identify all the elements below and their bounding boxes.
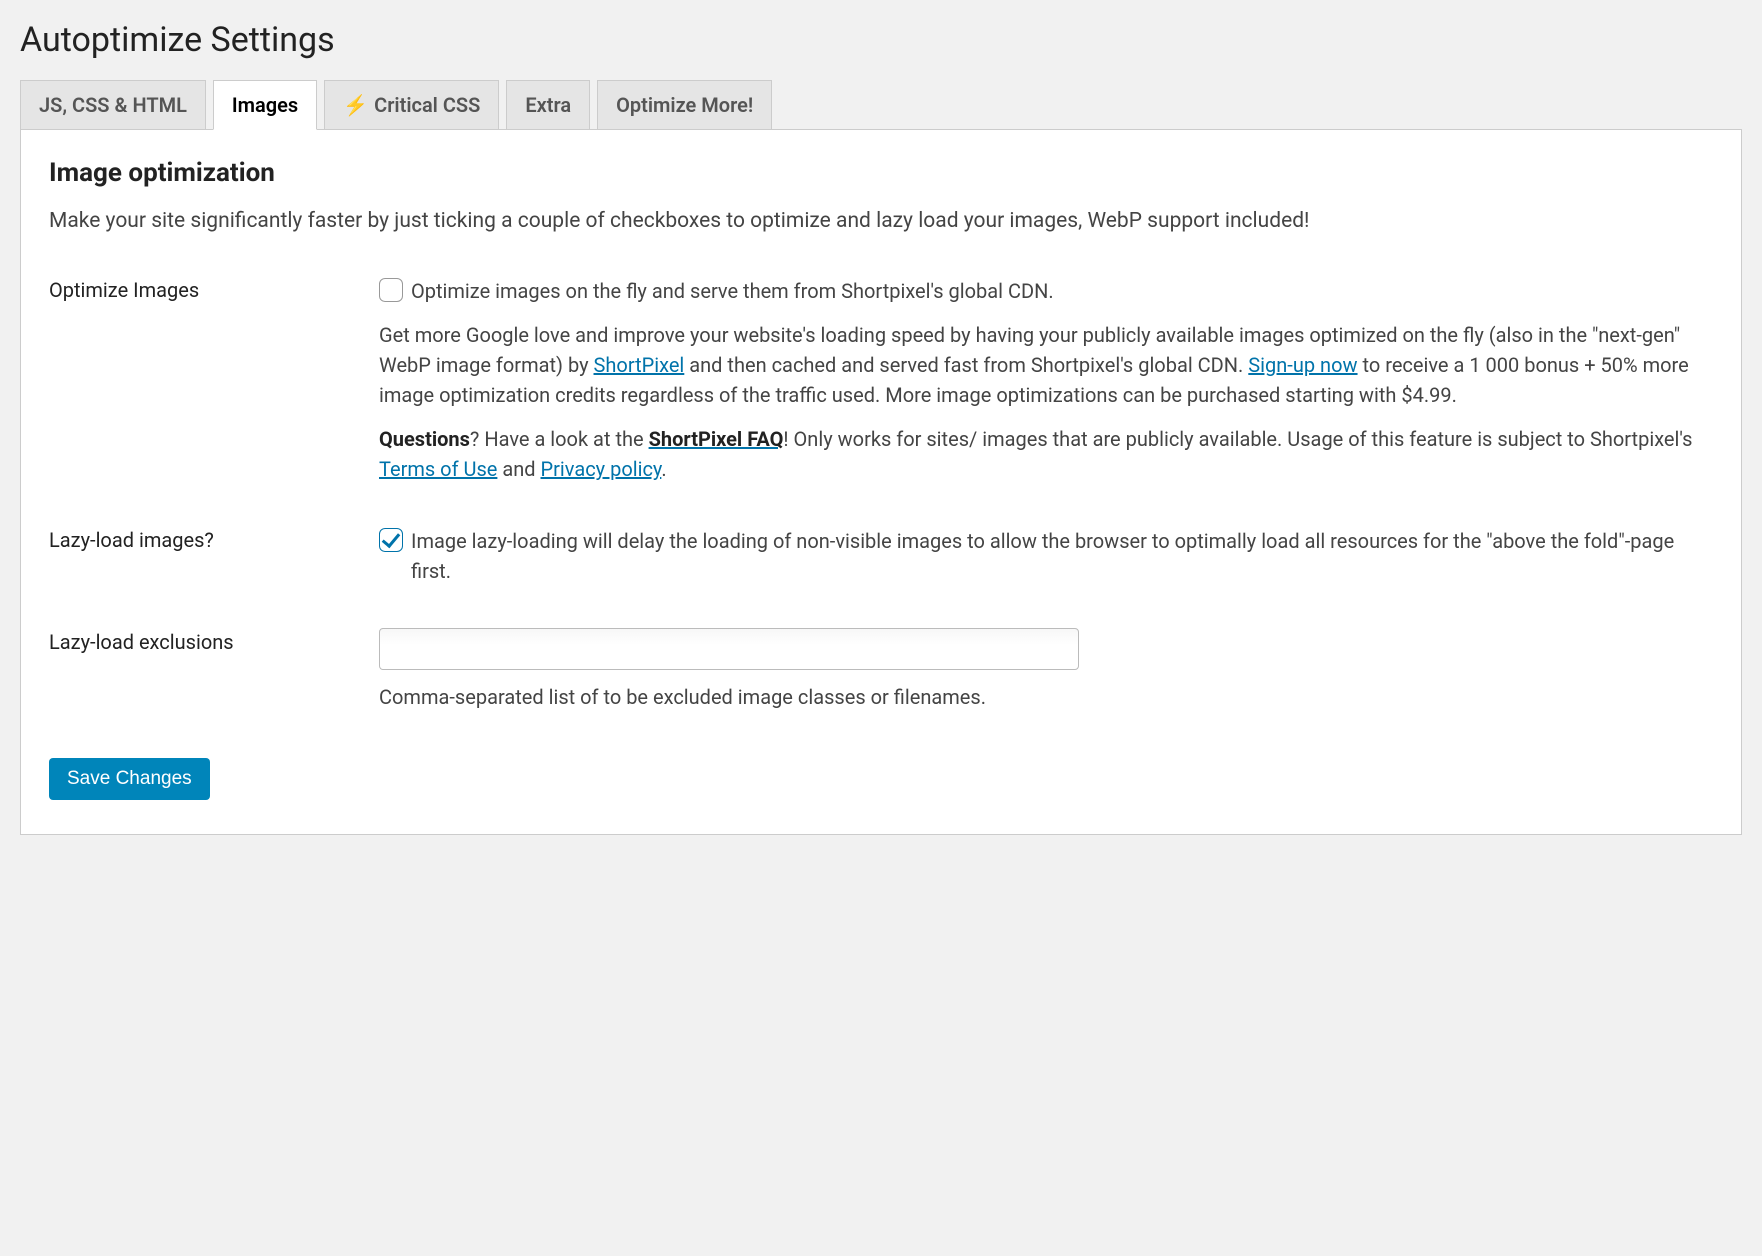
tab-critical-css[interactable]: ⚡Critical CSS [324, 80, 499, 130]
label-optimize-images: Optimize Images [49, 276, 379, 302]
row-lazy-load: Lazy-load images? Image lazy-loading wil… [49, 526, 1713, 586]
section-description: Make your site significantly faster by j… [49, 206, 1713, 236]
field-optimize-images: Optimize images on the fly and serve the… [379, 276, 1713, 484]
tab-js-css-html[interactable]: JS, CSS & HTML [20, 80, 206, 130]
tab-critical-css-label: Critical CSS [374, 93, 480, 117]
field-lazy-load: Image lazy-loading will delay the loadin… [379, 526, 1713, 586]
link-terms-of-use[interactable]: Terms of Use [379, 457, 497, 481]
tab-images[interactable]: Images [213, 80, 317, 130]
faq-link-text: ShortPixel FAQ [649, 427, 784, 451]
page-title: Autoptimize Settings [20, 20, 1742, 60]
checkbox-optimize-images[interactable] [379, 278, 403, 302]
link-shortpixel-faq[interactable]: ShortPixel FAQ [649, 427, 784, 451]
checkbox-lazy-load-text: Image lazy-loading will delay the loadin… [411, 526, 1713, 586]
hint-text: ? Have a look at the [470, 427, 649, 451]
hint-text: and then cached and served fast from Sho… [684, 353, 1248, 377]
link-privacy-policy[interactable]: Privacy policy [541, 457, 662, 481]
settings-panel: Image optimization Make your site signif… [20, 130, 1742, 835]
input-lazy-exclusions[interactable] [379, 628, 1079, 670]
hint-text: . [661, 457, 666, 481]
save-button[interactable]: Save Changes [49, 758, 210, 800]
section-title: Image optimization [49, 158, 1713, 188]
hint-bold: Questions [379, 427, 470, 451]
lightning-icon: ⚡ [343, 93, 368, 117]
hint-text: ! Only works for sites/ images that are … [783, 427, 1692, 451]
tab-list: JS, CSS & HTML Images ⚡Critical CSS Extr… [20, 80, 1742, 130]
tab-extra[interactable]: Extra [506, 80, 590, 130]
optimize-images-hint-2: Questions? Have a look at the ShortPixel… [379, 424, 1713, 484]
optimize-images-hint-1: Get more Google love and improve your we… [379, 320, 1713, 410]
tab-optimize-more[interactable]: Optimize More! [597, 80, 772, 130]
label-lazy-load: Lazy-load images? [49, 526, 379, 552]
field-lazy-exclusions: Comma-separated list of to be excluded i… [379, 628, 1713, 712]
label-lazy-exclusions: Lazy-load exclusions [49, 628, 379, 654]
checkbox-lazy-load[interactable] [379, 528, 403, 552]
row-optimize-images: Optimize Images Optimize images on the f… [49, 276, 1713, 484]
row-lazy-exclusions: Lazy-load exclusions Comma-separated lis… [49, 628, 1713, 712]
link-shortpixel[interactable]: ShortPixel [594, 353, 685, 377]
hint-lazy-exclusions: Comma-separated list of to be excluded i… [379, 682, 1713, 712]
link-sign-up[interactable]: Sign-up now [1248, 353, 1357, 377]
hint-text: and [497, 457, 540, 481]
checkbox-optimize-images-text: Optimize images on the fly and serve the… [411, 276, 1054, 306]
